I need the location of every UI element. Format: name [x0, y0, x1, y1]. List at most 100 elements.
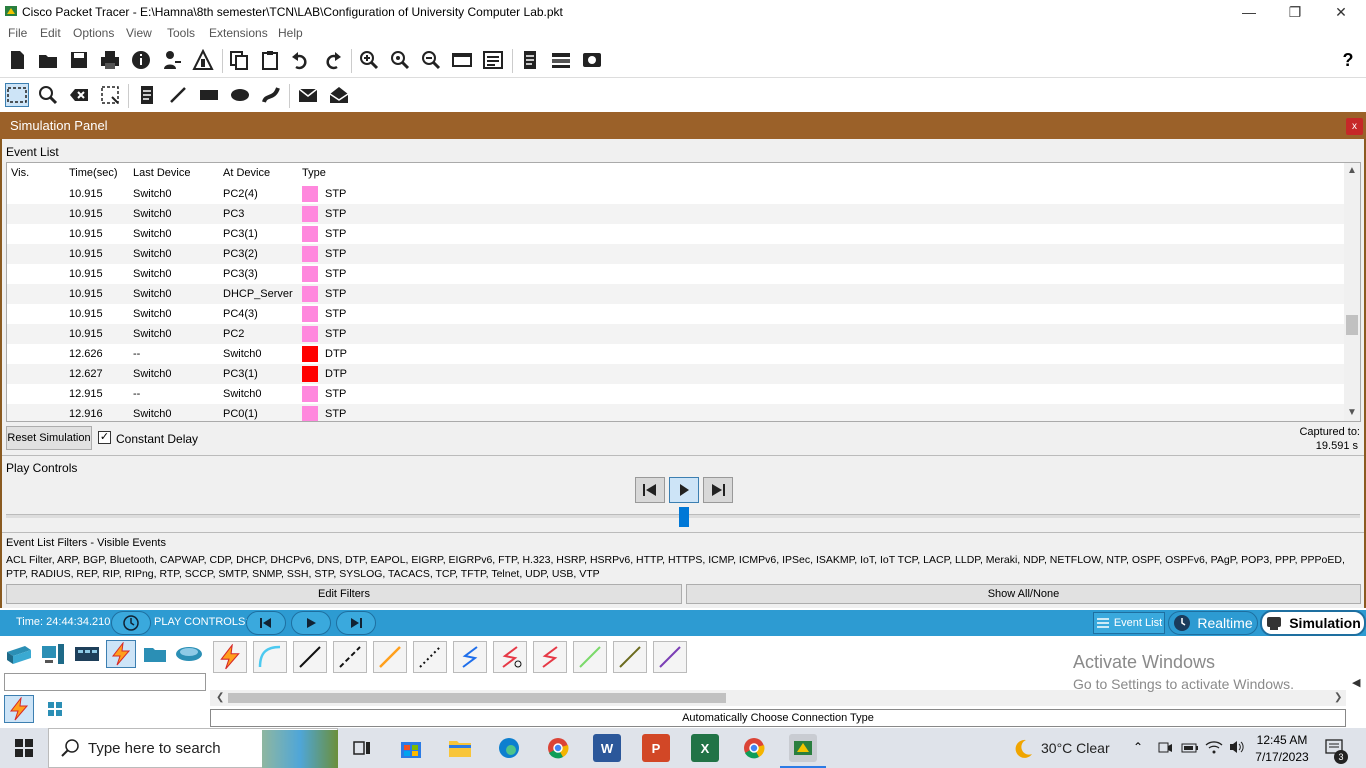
task-view-icon[interactable]: [348, 734, 376, 762]
close-panel-button[interactable]: x: [1346, 118, 1363, 135]
fiber-icon[interactable]: [373, 641, 407, 673]
packet-tracer-taskbar-icon[interactable]: [789, 734, 817, 762]
menu-view[interactable]: View: [126, 26, 152, 40]
grid-view-icon[interactable]: [40, 695, 70, 723]
paste-icon[interactable]: [258, 48, 282, 72]
event-color-swatch[interactable]: [302, 366, 318, 382]
wifi-icon[interactable]: [1205, 739, 1223, 758]
copy-icon[interactable]: [227, 48, 251, 72]
event-color-swatch[interactable]: [302, 226, 318, 242]
event-color-swatch[interactable]: [302, 306, 318, 322]
edit-filters-button[interactable]: Edit Filters: [6, 584, 682, 604]
status-step-forward-button[interactable]: [336, 611, 376, 635]
resize-shape-icon[interactable]: [98, 83, 122, 107]
event-row[interactable]: 12.915 -- Switch0 STP: [7, 384, 1345, 404]
network-info-icon[interactable]: [160, 48, 184, 72]
scroll-thumb[interactable]: [1346, 315, 1358, 335]
scroll-thumb[interactable]: [228, 693, 726, 703]
multiuser-icon[interactable]: [174, 640, 204, 668]
minimize-button[interactable]: —: [1226, 0, 1272, 24]
zoom-out-icon[interactable]: [419, 48, 443, 72]
open-folder-icon[interactable]: [36, 48, 60, 72]
screenshot-icon[interactable]: [580, 48, 604, 72]
start-button[interactable]: [14, 738, 34, 761]
cluster-icon[interactable]: [549, 48, 573, 72]
connections-subcategory-icon[interactable]: [4, 695, 34, 723]
volume-icon[interactable]: [1228, 739, 1246, 758]
add-complex-pdu-icon[interactable]: [327, 83, 351, 107]
microsoft-store-icon[interactable]: [397, 734, 425, 762]
zoom-reset-icon[interactable]: [388, 48, 412, 72]
menu-edit[interactable]: Edit: [40, 26, 61, 40]
word-app-icon[interactable]: W: [593, 734, 621, 762]
scroll-up-icon[interactable]: ▲: [1347, 165, 1357, 176]
serial-dte-icon[interactable]: [533, 641, 567, 673]
usb-cable-icon[interactable]: [653, 641, 687, 673]
event-row[interactable]: 10.915 Switch0 PC3(1) STP: [7, 224, 1345, 244]
help-icon[interactable]: ?: [1336, 48, 1360, 72]
scroll-right-icon[interactable]: ❯: [1334, 692, 1342, 703]
event-color-swatch[interactable]: [302, 206, 318, 222]
device-horizontal-scrollbar[interactable]: ❮ ❯: [210, 690, 1346, 706]
inspect-icon[interactable]: [36, 83, 60, 107]
power-cycle-button[interactable]: [111, 611, 151, 635]
edge-browser-icon[interactable]: [495, 734, 523, 762]
copper-cross-over-icon[interactable]: [333, 641, 367, 673]
iot-custom-cable-icon[interactable]: [613, 641, 647, 673]
step-forward-button[interactable]: [703, 477, 733, 503]
event-color-swatch[interactable]: [302, 406, 318, 421]
coaxial-icon[interactable]: [453, 641, 487, 673]
device-search-input[interactable]: [4, 673, 206, 691]
menu-help[interactable]: Help: [278, 26, 303, 40]
show-all-none-button[interactable]: Show All/None: [686, 584, 1361, 604]
step-back-button[interactable]: [635, 477, 665, 503]
new-file-icon[interactable]: [5, 48, 29, 72]
status-play-button[interactable]: [291, 611, 331, 635]
menu-tools[interactable]: Tools: [167, 26, 195, 40]
event-row[interactable]: 10.915 Switch0 PC4(3) STP: [7, 304, 1345, 324]
event-list-toggle[interactable]: Event List: [1093, 612, 1165, 634]
menu-file[interactable]: File: [8, 26, 27, 40]
event-row[interactable]: 10.915 Switch0 PC3(3) STP: [7, 264, 1345, 284]
collapse-panel-icon[interactable]: ◀: [1352, 676, 1360, 689]
powerpoint-app-icon[interactable]: P: [642, 734, 670, 762]
phone-cable-icon[interactable]: [413, 641, 447, 673]
event-row[interactable]: 10.915 Switch0 DHCP_Server STP: [7, 284, 1345, 304]
select-tool-icon[interactable]: [5, 83, 29, 107]
components-icon[interactable]: [72, 640, 102, 668]
event-list-scrollbar[interactable]: ▲ ▼: [1344, 163, 1360, 421]
scroll-left-icon[interactable]: ❮: [216, 692, 224, 703]
serial-dce-icon[interactable]: [493, 641, 527, 673]
excel-app-icon[interactable]: X: [691, 734, 719, 762]
status-step-back-button[interactable]: [246, 611, 286, 635]
menu-options[interactable]: Options: [73, 26, 114, 40]
event-color-swatch[interactable]: [302, 346, 318, 362]
column-header-type[interactable]: Type: [302, 167, 326, 179]
event-color-swatch[interactable]: [302, 326, 318, 342]
zoom-in-icon[interactable]: [357, 48, 381, 72]
info-icon[interactable]: [129, 48, 153, 72]
connections-icon[interactable]: [106, 640, 136, 668]
event-row[interactable]: 12.627 Switch0 PC3(1) DTP: [7, 364, 1345, 384]
file-explorer-icon[interactable]: [446, 734, 474, 762]
notes-icon[interactable]: [518, 48, 542, 72]
event-row[interactable]: 12.916 Switch0 PC0(1) STP: [7, 404, 1345, 421]
chrome-browser-icon-2[interactable]: [740, 734, 768, 762]
column-header-vis[interactable]: Vis.: [11, 167, 29, 179]
event-row[interactable]: 10.915 Switch0 PC2(4) STP: [7, 184, 1345, 204]
event-color-swatch[interactable]: [302, 246, 318, 262]
draw-rectangle-icon[interactable]: [197, 83, 221, 107]
freeform-icon[interactable]: [259, 83, 283, 107]
add-simple-pdu-icon[interactable]: [296, 83, 320, 107]
taskbar-clock-date[interactable]: 7/17/2023: [1252, 750, 1312, 764]
redo-icon[interactable]: [320, 48, 344, 72]
place-note-icon[interactable]: [135, 83, 159, 107]
event-row[interactable]: 12.626 -- Switch0 DTP: [7, 344, 1345, 364]
drawing-palette-icon[interactable]: [450, 48, 474, 72]
event-color-swatch[interactable]: [302, 286, 318, 302]
chrome-browser-icon[interactable]: [544, 734, 572, 762]
event-row[interactable]: 10.915 Switch0 PC3(2) STP: [7, 244, 1345, 264]
event-color-swatch[interactable]: [302, 266, 318, 282]
column-header-at-device[interactable]: At Device: [223, 167, 270, 179]
realtime-mode-button[interactable]: Realtime: [1168, 611, 1258, 635]
